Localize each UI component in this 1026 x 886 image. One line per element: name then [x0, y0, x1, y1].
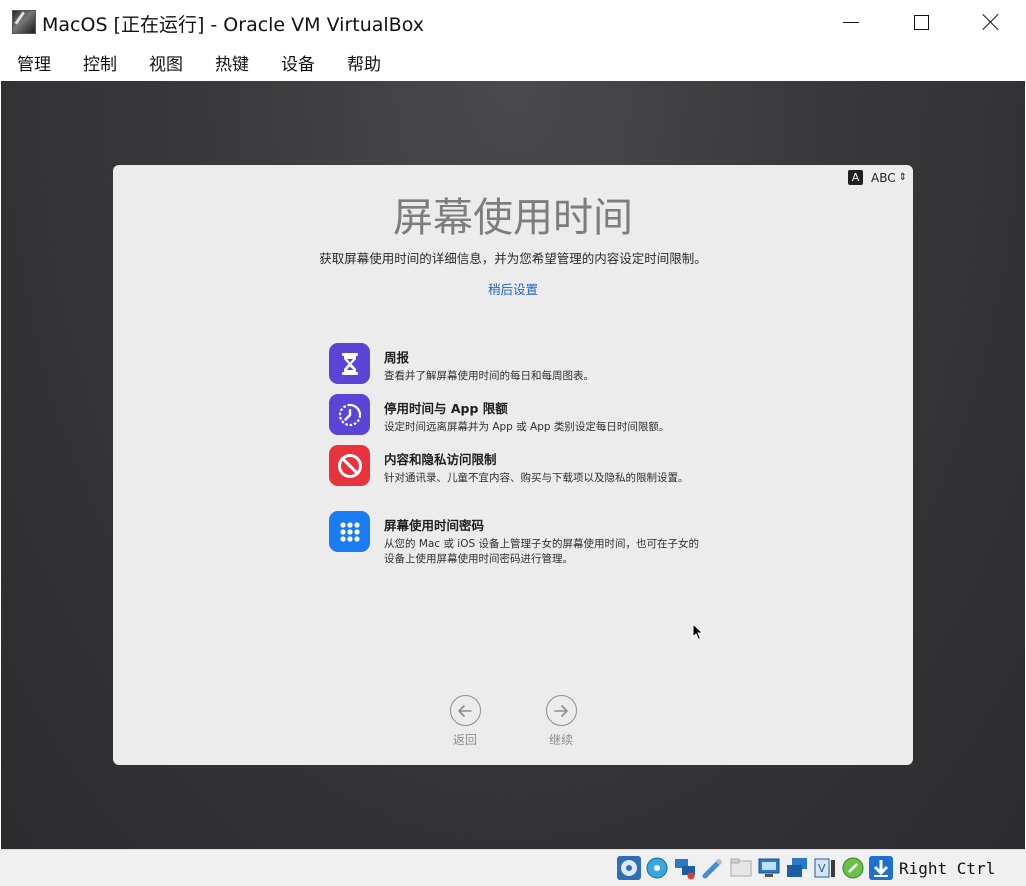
- window-titlebar: MacOS [正在运行] - Oracle VM VirtualBox: [0, 0, 1026, 44]
- menu-help[interactable]: 帮助: [347, 50, 381, 75]
- feature-title: 周报: [384, 350, 410, 365]
- chevron-updown-icon: ⇕: [898, 171, 907, 183]
- feature-title: 屏幕使用时间密码: [384, 518, 485, 533]
- display-icon[interactable]: [757, 856, 781, 880]
- host-key-arrow-icon[interactable]: [869, 856, 893, 880]
- window-title: MacOS [正在运行] - Oracle VM VirtualBox: [42, 14, 424, 36]
- optical-drive-icon[interactable]: [645, 856, 669, 880]
- input-source-icon: A: [848, 170, 863, 185]
- menu-manage[interactable]: 管理: [17, 50, 51, 75]
- menu-view[interactable]: 视图: [149, 50, 183, 75]
- continue-label: 继续: [548, 733, 573, 747]
- arrow-left-icon: [449, 695, 481, 726]
- close-icon: [982, 13, 1000, 31]
- page-title: 屏幕使用时间: [393, 195, 633, 241]
- setup-assistant-panel: A ABC ⇕ 屏幕使用时间 获取屏幕使用时间的详细信息，并为您希望管理的内容设…: [113, 165, 913, 765]
- maximize-icon: [913, 14, 929, 30]
- close-button[interactable]: [956, 0, 1026, 44]
- no-entry-icon: [329, 445, 370, 486]
- hourglass-icon: [329, 343, 370, 384]
- feature-title: 内容和隐私访问限制: [384, 452, 497, 467]
- back-label: 返回: [452, 733, 477, 747]
- shared-folder-icon[interactable]: [729, 856, 753, 880]
- host-key-label: Right Ctrl: [899, 859, 996, 878]
- keypad-icon: [329, 511, 370, 552]
- mouse-pointer-icon: [692, 622, 704, 645]
- continue-button[interactable]: 继续: [531, 695, 591, 748]
- svg-text:V: V: [818, 862, 826, 875]
- feature-title: 停用时间与 App 限额: [384, 401, 508, 416]
- minimize-button[interactable]: [816, 0, 886, 44]
- mouse-integration-icon[interactable]: [841, 856, 865, 880]
- maximize-button[interactable]: [886, 0, 956, 44]
- input-source-menu[interactable]: A ABC ⇕: [848, 170, 907, 185]
- back-button[interactable]: 返回: [435, 695, 495, 748]
- menu-bar: 管理 控制 视图 热键 设备 帮助: [0, 44, 1026, 81]
- network-icon[interactable]: [673, 856, 697, 880]
- video-capture-icon[interactable]: V: [813, 856, 837, 880]
- snapshot-icon[interactable]: [785, 856, 809, 880]
- menu-devices[interactable]: 设备: [281, 50, 315, 75]
- page-subtitle: 获取屏幕使用时间的详细信息，并为您希望管理的内容设定时间限制。: [319, 251, 707, 266]
- status-bar: V Right Ctrl: [0, 849, 1026, 886]
- feature-description: 设定时间远离屏幕并为 App 或 App 类别设定每日时间限额。: [384, 421, 670, 433]
- input-source-label: ABC: [871, 170, 896, 185]
- menu-hotkeys[interactable]: 热键: [215, 50, 249, 75]
- minimize-icon: [843, 21, 859, 23]
- virtualbox-app-icon: [12, 10, 36, 34]
- feature-description: 从您的 Mac 或 iOS 设备上管理子女的屏幕使用时间，也可在子女的设备上使用…: [384, 538, 699, 565]
- feature-description: 针对通讯录、儿童不宜内容、购买与下载项以及隐私的限制设置。: [384, 472, 689, 484]
- downtime-icon: [329, 394, 370, 435]
- feature-description: 查看并了解屏幕使用时间的每日和每周图表。: [384, 370, 594, 382]
- hard-disk-icon[interactable]: [617, 856, 641, 880]
- set-up-later-link[interactable]: 稍后设置: [113, 279, 913, 298]
- arrow-right-icon: [545, 695, 577, 726]
- menu-control[interactable]: 控制: [83, 50, 117, 75]
- vm-display[interactable]: A ABC ⇕ 屏幕使用时间 获取屏幕使用时间的详细信息，并为您希望管理的内容设…: [1, 81, 1025, 849]
- usb-icon[interactable]: [701, 856, 725, 880]
